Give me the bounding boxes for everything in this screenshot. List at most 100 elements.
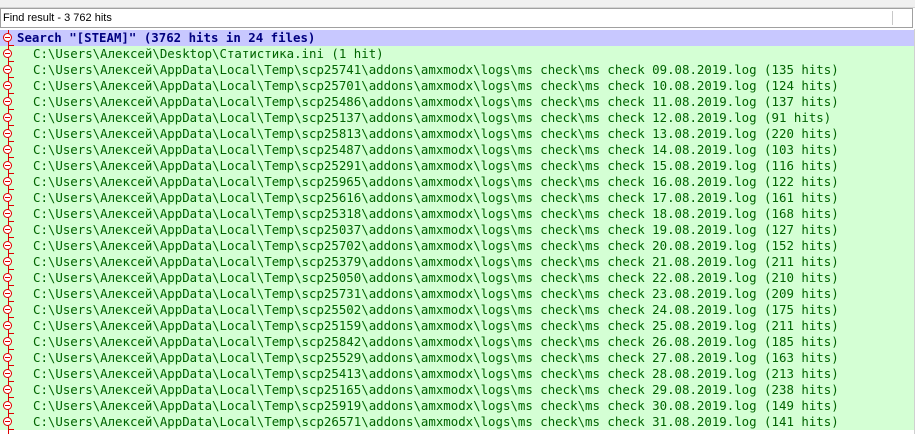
file-result-path: C:\Users\Алексей\AppData\Local\Temp\scp2… <box>33 254 839 269</box>
fold-collapse-icon[interactable] <box>3 321 12 330</box>
results-list[interactable]: Search "[STEAM]" (3762 hits in 24 files)… <box>0 30 915 434</box>
file-result-path: C:\Users\Алексей\AppData\Local\Temp\scp2… <box>33 334 839 349</box>
file-result-row[interactable]: C:\Users\Алексей\AppData\Local\Temp\scp2… <box>0 414 915 430</box>
file-result-row[interactable]: C:\Users\Алексей\AppData\Local\Temp\scp2… <box>0 174 915 190</box>
fold-tick <box>8 61 14 62</box>
file-result-path: C:\Users\Алексей\AppData\Local\Temp\scp2… <box>33 206 839 221</box>
fold-collapse-icon[interactable] <box>3 273 12 282</box>
file-result-path: C:\Users\Алексей\AppData\Local\Temp\scp2… <box>33 78 839 93</box>
fold-tick <box>8 301 14 302</box>
fold-tick <box>8 45 14 46</box>
file-result-row[interactable]: C:\Users\Алексей\AppData\Local\Temp\scp2… <box>0 318 915 334</box>
fold-collapse-icon[interactable] <box>3 161 12 170</box>
fold-collapse-icon[interactable] <box>3 49 12 58</box>
fold-collapse-icon[interactable] <box>3 193 12 202</box>
file-result-path: C:\Users\Алексей\AppData\Local\Temp\scp2… <box>33 382 839 397</box>
file-result-path: C:\Users\Алексей\AppData\Local\Temp\scp2… <box>33 110 832 125</box>
close-panel-button[interactable] <box>892 11 911 25</box>
panel-title: Find result - 3 762 hits <box>3 12 112 24</box>
search-summary: Search "[STEAM]" (3762 hits in 24 files) <box>17 30 316 45</box>
file-result-row[interactable]: C:\Users\Алексей\AppData\Local\Temp\scp2… <box>0 110 915 126</box>
file-result-row[interactable]: C:\Users\Алексей\AppData\Local\Temp\scp2… <box>0 398 915 414</box>
fold-tick <box>8 365 14 366</box>
file-result-row[interactable]: C:\Users\Алексей\AppData\Local\Temp\scp2… <box>0 302 915 318</box>
fold-tick <box>8 269 14 270</box>
file-result-path: C:\Users\Алексей\AppData\Local\Temp\scp2… <box>33 142 839 157</box>
file-result-path: C:\Users\Алексей\AppData\Local\Temp\scp2… <box>33 286 839 301</box>
fold-tick <box>8 173 14 174</box>
file-result-path: C:\Users\Алексей\AppData\Local\Temp\scp2… <box>33 158 839 173</box>
fold-collapse-icon[interactable] <box>3 177 12 186</box>
fold-tick <box>8 237 14 238</box>
file-result-row[interactable]: C:\Users\Алексей\AppData\Local\Temp\scp2… <box>0 334 915 350</box>
file-result-path: C:\Users\Алексей\AppData\Local\Temp\scp2… <box>33 190 839 205</box>
fold-tick <box>8 157 14 158</box>
fold-tick <box>8 349 14 350</box>
fold-collapse-icon[interactable] <box>3 241 12 250</box>
fold-tick <box>8 333 14 334</box>
file-result-row[interactable]: C:\Users\Алексей\AppData\Local\Temp\scp2… <box>0 126 915 142</box>
file-result-path: C:\Users\Алексей\AppData\Local\Temp\scp2… <box>33 222 839 237</box>
fold-collapse-icon[interactable] <box>3 353 12 362</box>
file-result-row[interactable]: C:\Users\Алексей\AppData\Local\Temp\scp2… <box>0 254 915 270</box>
file-result-row[interactable]: C:\Users\Алексей\AppData\Local\Temp\scp2… <box>0 62 915 78</box>
fold-collapse-icon[interactable] <box>3 145 12 154</box>
file-result-path: C:\Users\Алексей\AppData\Local\Temp\scp2… <box>33 366 839 381</box>
fold-collapse-icon[interactable] <box>3 65 12 74</box>
fold-tick <box>8 189 14 190</box>
fold-collapse-icon[interactable] <box>3 113 12 122</box>
fold-collapse-icon[interactable] <box>3 97 12 106</box>
file-result-row[interactable]: C:\Users\Алексей\AppData\Local\Temp\scp2… <box>0 382 915 398</box>
file-result-path: C:\Users\Алексей\Desktop\Статистика.ini … <box>33 46 384 61</box>
fold-collapse-icon[interactable] <box>3 369 12 378</box>
file-result-row[interactable]: C:\Users\Алексей\AppData\Local\Temp\scp2… <box>0 142 915 158</box>
file-result-path: C:\Users\Алексей\AppData\Local\Temp\scp2… <box>33 270 839 285</box>
file-result-path: C:\Users\Алексей\AppData\Local\Temp\scp2… <box>33 174 839 189</box>
file-result-row[interactable]: C:\Users\Алексей\AppData\Local\Temp\scp2… <box>0 78 915 94</box>
fold-tick <box>8 429 14 430</box>
fold-tick <box>8 221 14 222</box>
fold-collapse-icon[interactable] <box>3 129 12 138</box>
file-result-row[interactable]: C:\Users\Алексей\AppData\Local\Temp\scp2… <box>0 206 915 222</box>
fold-collapse-icon[interactable] <box>3 305 12 314</box>
fold-tick <box>8 317 14 318</box>
fold-tick <box>8 253 14 254</box>
fold-tick <box>8 93 14 94</box>
fold-collapse-icon[interactable] <box>3 81 12 90</box>
file-result-path: C:\Users\Алексей\AppData\Local\Temp\scp2… <box>33 414 839 429</box>
fold-collapse-icon[interactable] <box>3 33 12 42</box>
file-result-path: C:\Users\Алексей\AppData\Local\Temp\scp2… <box>33 398 839 413</box>
fold-collapse-icon[interactable] <box>3 209 12 218</box>
file-result-path: C:\Users\Алексей\AppData\Local\Temp\scp2… <box>33 302 839 317</box>
file-result-row[interactable]: C:\Users\Алексей\AppData\Local\Temp\scp2… <box>0 270 915 286</box>
fold-tick <box>8 109 14 110</box>
file-result-row[interactable]: C:\Users\Алексей\AppData\Local\Temp\scp2… <box>0 350 915 366</box>
fold-collapse-icon[interactable] <box>3 385 12 394</box>
search-result-header[interactable]: Search "[STEAM]" (3762 hits in 24 files) <box>0 30 915 46</box>
file-result-path: C:\Users\Алексей\AppData\Local\Temp\scp2… <box>33 318 839 333</box>
file-result-group: C:\Users\Алексей\Desktop\Статистика.ini … <box>0 46 915 430</box>
file-result-path: C:\Users\Алексей\AppData\Local\Temp\scp2… <box>33 350 839 365</box>
file-result-row[interactable]: C:\Users\Алексей\AppData\Local\Temp\scp2… <box>0 190 915 206</box>
file-result-row[interactable]: C:\Users\Алексей\AppData\Local\Temp\scp2… <box>0 158 915 174</box>
file-result-row[interactable]: C:\Users\Алексей\AppData\Local\Temp\scp2… <box>0 238 915 254</box>
fold-collapse-icon[interactable] <box>3 225 12 234</box>
fold-collapse-icon[interactable] <box>3 257 12 266</box>
find-result-titlebar[interactable]: Find result - 3 762 hits <box>0 8 913 28</box>
file-result-row[interactable]: C:\Users\Алексей\AppData\Local\Temp\scp2… <box>0 222 915 238</box>
find-result-window: Find result - 3 762 hits Search "[STEAM]… <box>0 0 915 434</box>
fold-collapse-icon[interactable] <box>3 289 12 298</box>
file-result-path: C:\Users\Алексей\AppData\Local\Temp\scp2… <box>33 126 839 141</box>
fold-collapse-icon[interactable] <box>3 337 12 346</box>
fold-collapse-icon[interactable] <box>3 417 12 426</box>
file-result-row[interactable]: C:\Users\Алексей\AppData\Local\Temp\scp2… <box>0 94 915 110</box>
file-result-row[interactable]: C:\Users\Алексей\AppData\Local\Temp\scp2… <box>0 366 915 382</box>
file-result-path: C:\Users\Алексей\AppData\Local\Temp\scp2… <box>33 62 839 77</box>
file-result-row[interactable]: C:\Users\Алексей\AppData\Local\Temp\scp2… <box>0 286 915 302</box>
fold-tick <box>8 381 14 382</box>
fold-tick <box>8 141 14 142</box>
top-strip <box>0 0 915 8</box>
file-result-row[interactable]: C:\Users\Алексей\Desktop\Статистика.ini … <box>0 46 915 62</box>
fold-collapse-icon[interactable] <box>3 401 12 410</box>
fold-tick <box>8 125 14 126</box>
